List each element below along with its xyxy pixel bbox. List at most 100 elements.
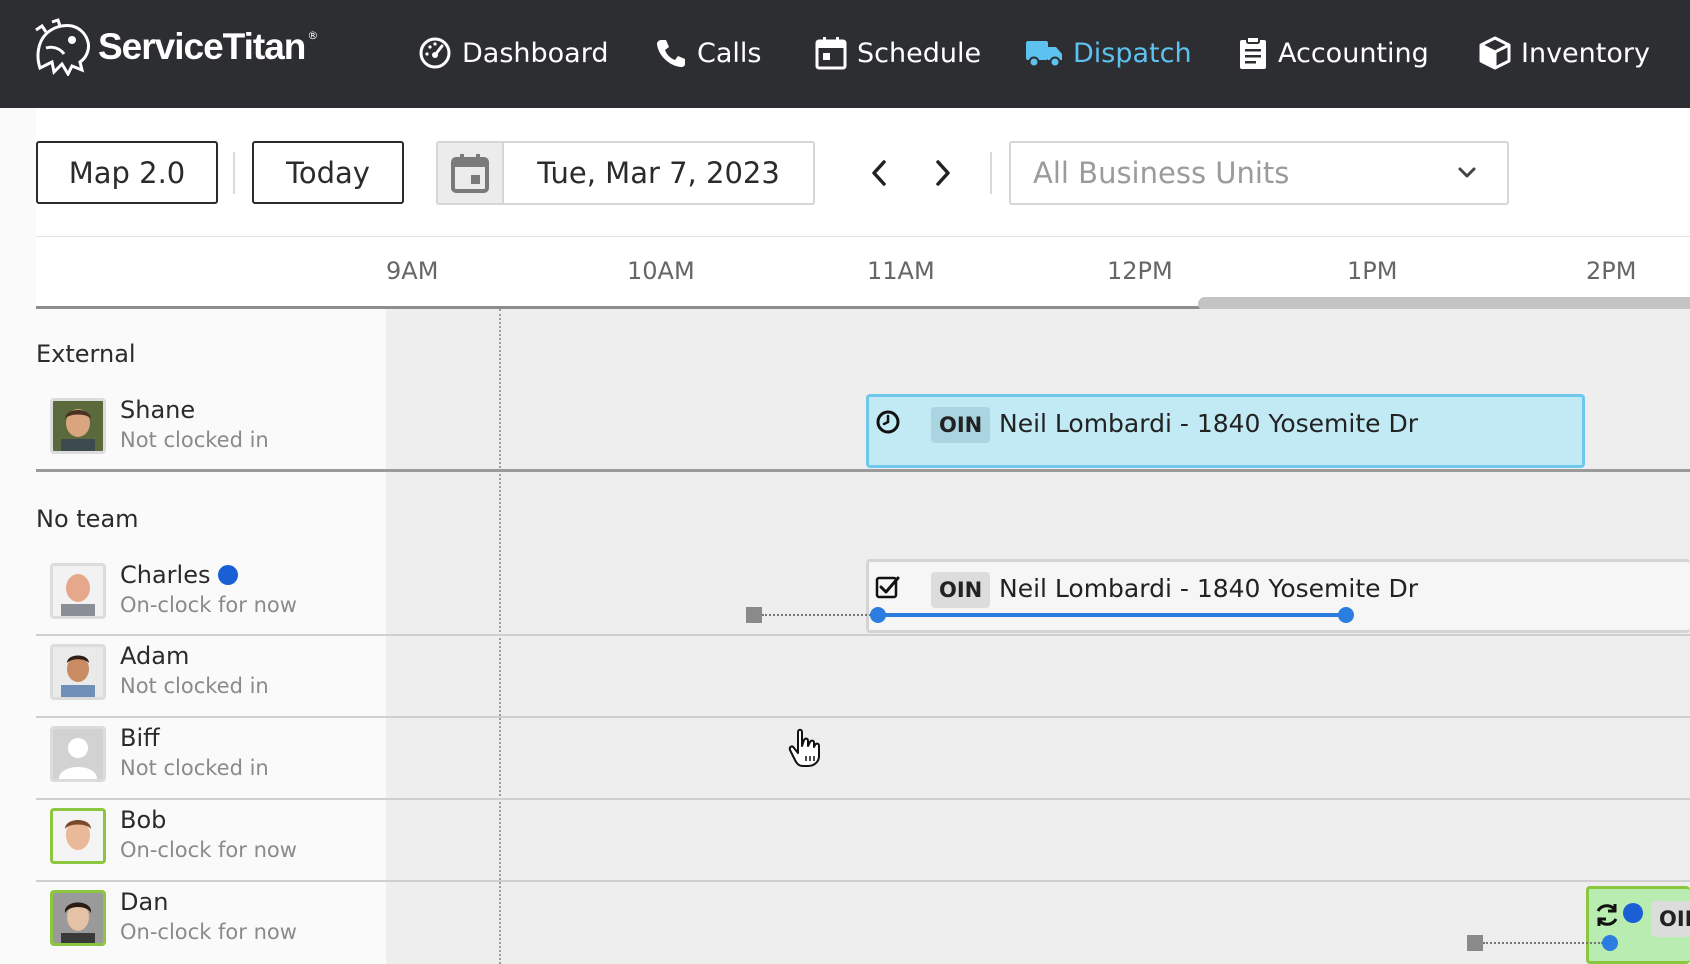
hand-cursor-icon [788, 728, 820, 767]
avatar [50, 398, 106, 454]
job-type-badge: OIN [1651, 901, 1690, 937]
row-divider [36, 798, 1690, 800]
speedometer-icon [419, 37, 451, 69]
brand-registered-mark: ® [307, 28, 319, 42]
group-divider [36, 469, 1690, 472]
default-avatar-icon [53, 729, 103, 779]
time-tick: 10AM [627, 257, 695, 285]
nav-accounting[interactable]: Accounting [1238, 30, 1429, 76]
technician-name: Shane [120, 396, 196, 424]
technician-status: On-clock for now [120, 920, 297, 944]
job-card[interactable]: OIN [1586, 886, 1690, 964]
box-icon [1479, 36, 1511, 70]
top-nav: ServiceTitan ® Dashboard Calls Schedule [0, 0, 1690, 108]
job-title: Neil Lombardi - 1840 Yosemite Dr [999, 409, 1418, 438]
avatar-photo [53, 647, 103, 697]
avatar [50, 890, 106, 946]
drive-time-line [1483, 942, 1603, 944]
group-label-external: External [36, 340, 136, 368]
row-divider [36, 634, 1690, 636]
clock-icon [876, 410, 900, 434]
map-button[interactable]: Map 2.0 [36, 141, 218, 204]
avatar [50, 726, 106, 782]
technician-name: Biff [120, 724, 160, 752]
job-title: Neil Lombardi - 1840 Yosemite Dr [999, 574, 1418, 603]
row-divider [36, 716, 1690, 718]
brand-logo[interactable]: ServiceTitan ® [32, 18, 318, 76]
avatar [50, 808, 106, 864]
chevron-left-icon [872, 160, 886, 186]
nav-schedule-label: Schedule [857, 37, 982, 69]
job-type-badge: OIN [931, 407, 991, 443]
date-picker-button[interactable] [438, 143, 504, 203]
next-day-button[interactable] [928, 158, 958, 188]
left-gutter [0, 108, 36, 964]
group-label-no-team: No team [36, 505, 139, 533]
job-start-handle[interactable] [1602, 935, 1618, 951]
avatar-photo [53, 811, 103, 861]
nav-dashboard[interactable]: Dashboard [418, 30, 608, 76]
nav-calls[interactable]: Calls [655, 30, 761, 76]
technician-name: Adam [120, 642, 190, 670]
truck-icon [1026, 41, 1062, 68]
titan-logo-icon [35, 18, 90, 76]
selected-date[interactable]: Tue, Mar 7, 2023 [504, 143, 813, 203]
status-dot-icon [218, 565, 239, 585]
avatar-photo [53, 566, 103, 616]
time-tick: 1PM [1347, 257, 1398, 285]
nav-schedule[interactable]: Schedule [815, 30, 981, 76]
technician-status: Not clocked in [120, 674, 269, 698]
avatar-photo [53, 893, 103, 943]
nav-inventory-label: Inventory [1521, 37, 1650, 69]
time-tick: 2PM [1586, 257, 1637, 285]
toolbar-divider [233, 152, 235, 194]
avatar [50, 644, 106, 700]
brand-name: ServiceTitan [98, 26, 306, 67]
date-picker[interactable]: Tue, Mar 7, 2023 [436, 141, 815, 205]
nav-dispatch-label: Dispatch [1073, 37, 1192, 69]
technician-name: Dan [120, 888, 169, 916]
chevron-down-icon [1458, 167, 1476, 178]
status-dot-icon [1623, 903, 1643, 923]
drive-start-marker [746, 607, 762, 623]
calendar-icon [815, 37, 847, 70]
job-duration-bar [878, 613, 1346, 617]
prev-day-button[interactable] [864, 158, 894, 188]
technician-status: On-clock for now [120, 838, 297, 862]
nav-dispatch[interactable]: Dispatch [1025, 30, 1192, 76]
business-units-placeholder: All Business Units [1033, 156, 1290, 190]
sync-icon [1596, 904, 1618, 926]
calendar-icon [451, 154, 489, 193]
nav-dashboard-label: Dashboard [462, 37, 609, 69]
avatar [50, 563, 106, 619]
current-time-line [499, 309, 501, 964]
technician-name: Charles [120, 561, 239, 589]
drive-time-line [762, 614, 874, 616]
row-divider [36, 880, 1690, 882]
dispatch-toolbar: Map 2.0 Today Tue, Mar 7, 2023 All Busin… [0, 108, 1690, 236]
drive-start-marker [1467, 935, 1483, 951]
job-end-handle[interactable] [1338, 607, 1354, 623]
technician-name: Bob [120, 806, 167, 834]
clipboard-icon [1240, 36, 1266, 69]
business-units-select[interactable]: All Business Units [1009, 141, 1509, 205]
avatar-photo [53, 401, 103, 451]
today-button[interactable]: Today [252, 141, 404, 204]
nav-inventory[interactable]: Inventory [1479, 30, 1650, 76]
toolbar-divider [990, 152, 992, 194]
time-tick: 11AM [867, 257, 935, 285]
phone-icon [657, 40, 685, 67]
time-tick: 9AM [386, 257, 439, 285]
job-card[interactable]: OIN Neil Lombardi - 1840 Yosemite Dr [866, 394, 1585, 468]
technician-name-text: Charles [120, 561, 211, 589]
time-tick: 12PM [1107, 257, 1173, 285]
job-type-badge: OIN [931, 572, 991, 608]
job-start-handle[interactable] [870, 607, 886, 623]
technician-status: Not clocked in [120, 428, 269, 452]
technician-status: On-clock for now [120, 593, 297, 617]
job-card[interactable]: OIN Neil Lombardi - 1840 Yosemite Dr [866, 559, 1690, 633]
chevron-right-icon [936, 160, 950, 186]
checkbox-checked-icon [875, 576, 900, 599]
nav-calls-label: Calls [697, 37, 762, 69]
technician-status: Not clocked in [120, 756, 269, 780]
